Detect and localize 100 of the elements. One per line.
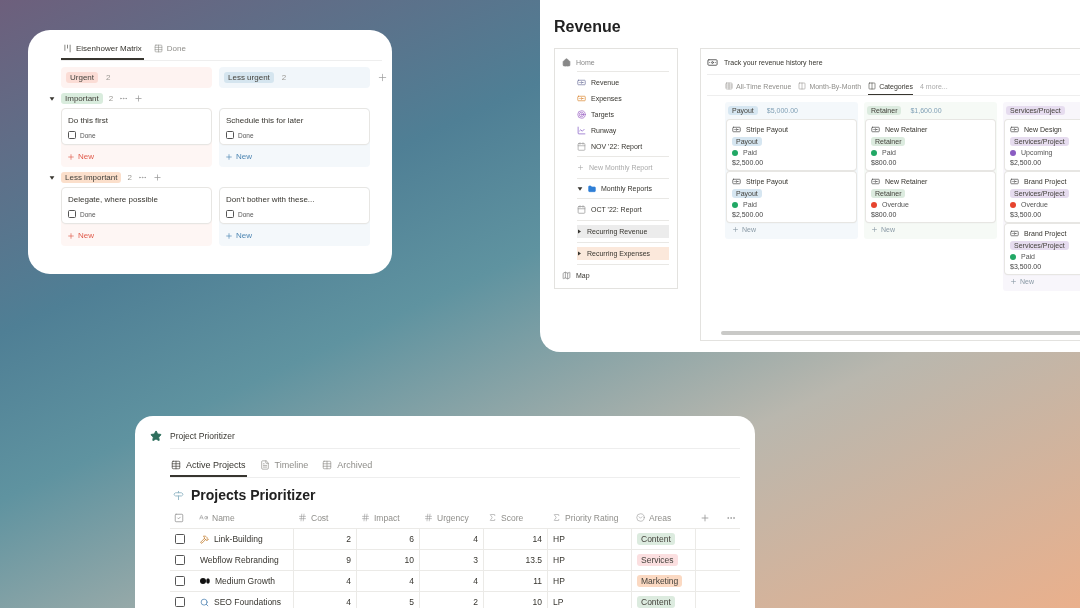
caret-right-icon[interactable]	[577, 250, 582, 256]
table-cell: 2	[420, 591, 484, 608]
banknote-icon	[871, 125, 880, 134]
plus-icon	[1010, 278, 1017, 285]
calendar-icon	[577, 204, 586, 214]
new-button[interactable]: New	[62, 150, 211, 163]
caret-down-icon[interactable]	[577, 185, 583, 192]
two-dots-icon	[200, 578, 210, 584]
group-tag: Less important	[61, 172, 122, 183]
columns-icon	[798, 82, 807, 90]
project-name: SEO Foundations	[214, 597, 282, 607]
folder-icon	[588, 184, 596, 193]
checkbox[interactable]	[175, 576, 185, 586]
breadcrumb-link[interactable]: Project Prioritizer	[170, 431, 235, 441]
table-cell: HP	[548, 570, 632, 591]
checkbox[interactable]	[68, 210, 76, 218]
chart-icon	[577, 125, 586, 135]
home-icon	[562, 58, 571, 67]
caret-down-icon[interactable]	[49, 174, 55, 181]
text-type-icon	[199, 513, 208, 522]
item-count: 2	[108, 94, 114, 103]
table-icon	[322, 460, 333, 470]
table-cell: 4	[357, 570, 420, 591]
checkbox[interactable]	[68, 131, 76, 139]
banknote-icon	[1010, 229, 1019, 238]
table-cell: 11	[484, 570, 548, 591]
view-tab[interactable]: Active Projects	[170, 460, 247, 477]
table-cell: 6	[357, 528, 420, 549]
plus-icon	[225, 152, 233, 161]
caret-down-icon[interactable]	[49, 95, 55, 102]
columns-icon	[868, 82, 877, 90]
page-title: Revenue	[554, 18, 622, 36]
item-count: 2	[127, 173, 132, 182]
search-icon	[200, 597, 209, 607]
plus-icon	[225, 231, 233, 240]
signpost-icon	[173, 489, 184, 501]
banknote-icon	[577, 94, 586, 104]
board-icon	[63, 44, 72, 53]
table-cell: LP	[548, 591, 632, 608]
banknote-icon	[707, 57, 718, 68]
area-tag: Content	[637, 596, 675, 608]
target-icon	[577, 109, 586, 119]
table-cell: 2	[294, 528, 357, 549]
document-icon	[259, 460, 270, 470]
project-name: Link-Building	[214, 534, 263, 544]
area-tag: Services	[637, 554, 678, 566]
table-cell: 13.5	[484, 549, 548, 570]
table-icon	[171, 460, 181, 470]
project-name: Webflow Rebranding	[200, 555, 279, 565]
view-tab[interactable]: Done	[151, 44, 188, 60]
hammer-icon	[200, 534, 209, 544]
table-cell: 5	[357, 591, 420, 608]
checkbox[interactable]	[175, 534, 185, 544]
checkbox-column-icon	[174, 512, 184, 523]
card-title: Do this first	[68, 116, 109, 125]
view-tab[interactable]: Timeline	[258, 460, 310, 477]
select-type-icon	[636, 513, 645, 522]
column-header[interactable]: Areas	[632, 507, 696, 528]
view-tab[interactable]: Eisenhower Matrix	[61, 44, 144, 60]
table-cell: 4	[294, 570, 357, 591]
plus-icon	[732, 226, 739, 233]
checkbox[interactable]	[175, 555, 185, 565]
star-icon	[150, 430, 162, 442]
scrollbar[interactable]	[721, 331, 1080, 335]
table-cell: 10	[357, 549, 420, 570]
table-cell: 14	[484, 528, 548, 549]
table-cell: HP	[548, 528, 632, 549]
table-cell: 4	[294, 591, 357, 608]
card-title: Delegate, where possible	[68, 195, 159, 204]
project-name: Medium Growth	[215, 576, 275, 586]
new-button[interactable]: New	[220, 229, 369, 242]
card-title: Schedule this for later	[226, 116, 305, 125]
map-icon	[562, 270, 571, 280]
column-tag: Urgent	[66, 72, 98, 83]
banknote-icon	[577, 78, 586, 88]
area-tag: Marketing	[637, 575, 683, 587]
banknote-icon	[871, 177, 880, 186]
column-header[interactable]: Impact	[357, 507, 420, 528]
sigma-icon	[488, 513, 497, 522]
view-tab[interactable]: Archived	[321, 460, 374, 477]
table-icon	[725, 82, 733, 90]
add-icon	[577, 163, 584, 171]
table-cell: 3	[420, 549, 484, 570]
column-header[interactable]: Name	[195, 507, 294, 528]
checkbox[interactable]	[226, 210, 234, 218]
hash-icon	[298, 513, 307, 522]
caret-right-icon[interactable]	[577, 228, 582, 234]
table-cell: 4	[420, 570, 484, 591]
column-header[interactable]: Priority Rating	[548, 507, 632, 528]
banknote-icon	[732, 125, 741, 134]
column-header[interactable]: Urgency	[420, 507, 484, 528]
plus-icon	[67, 152, 75, 161]
checkbox[interactable]	[175, 597, 185, 607]
new-button[interactable]: New	[62, 229, 211, 242]
new-button[interactable]: New	[220, 150, 369, 163]
column-header[interactable]: Score	[484, 507, 548, 528]
checkbox[interactable]	[226, 131, 234, 139]
table-icon	[153, 44, 163, 53]
column-header[interactable]: Cost	[294, 507, 357, 528]
banknote-icon	[732, 177, 741, 186]
